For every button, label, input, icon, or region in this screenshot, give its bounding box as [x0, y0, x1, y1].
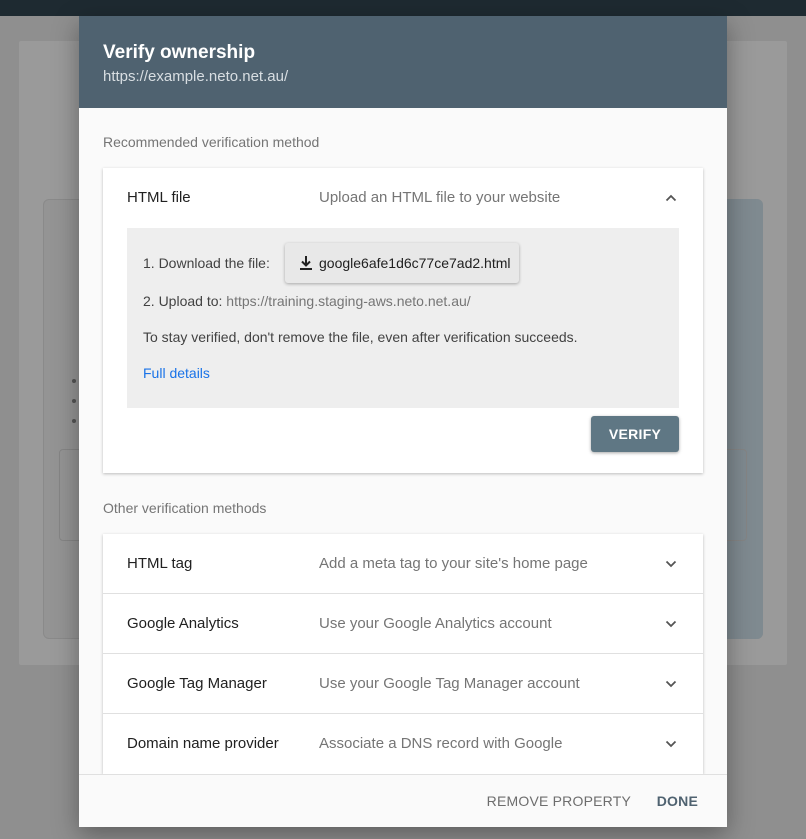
method-name: Google Analytics: [127, 615, 239, 632]
download-icon: [300, 256, 312, 270]
background-bullet: [72, 379, 76, 383]
other-methods-section-label: Other verification methods: [103, 500, 267, 516]
method-name: Google Tag Manager: [127, 675, 267, 692]
method-name: HTML tag: [127, 555, 193, 572]
recommended-section-label: Recommended verification method: [103, 134, 320, 150]
download-filename: google6afe1d6c77ce7ad2.html: [319, 255, 511, 271]
method-row-google-analytics[interactable]: Google Analytics Use your Google Analyti…: [103, 594, 703, 654]
method-row-html-tag[interactable]: HTML tag Add a meta tag to your site's h…: [103, 534, 703, 594]
chevron-down-icon[interactable]: [665, 678, 677, 690]
verify-button[interactable]: VERIFY: [591, 416, 679, 452]
chevron-down-icon[interactable]: [665, 738, 677, 750]
app-top-bar: [0, 0, 806, 16]
step-upload: 2. Upload to: https://training.staging-a…: [143, 293, 471, 309]
chevron-down-icon[interactable]: [665, 558, 677, 570]
method-row-domain-name-provider[interactable]: Domain name provider Associate a DNS rec…: [103, 714, 703, 774]
verify-ownership-dialog: Verify ownership https://example.neto.ne…: [79, 16, 727, 827]
chevron-up-icon[interactable]: [665, 192, 677, 204]
html-file-instructions: 1. Download the file: google6afe1d6c77ce…: [127, 228, 679, 408]
dialog-subtitle: https://example.neto.net.au/: [103, 68, 289, 85]
verification-note: To stay verified, don't remove the file,…: [143, 329, 578, 345]
method-row-google-tag-manager[interactable]: Google Tag Manager Use your Google Tag M…: [103, 654, 703, 714]
dialog-title: Verify ownership: [103, 42, 256, 63]
upload-url: https://training.staging-aws.neto.net.au…: [226, 293, 471, 309]
background-bullet: [72, 399, 76, 403]
method-description: Associate a DNS record with Google: [319, 735, 563, 752]
background-bullet: [72, 419, 76, 423]
background-panel-accent: [727, 199, 763, 639]
step-download-label: 1. Download the file:: [143, 255, 270, 271]
chevron-down-icon[interactable]: [665, 618, 677, 630]
full-details-link[interactable]: Full details: [143, 365, 210, 381]
method-description: Upload an HTML file to your website: [319, 189, 561, 206]
dialog-header: Verify ownership https://example.neto.ne…: [79, 16, 727, 108]
dialog-content: Recommended verification method HTML fil…: [79, 108, 727, 774]
dialog-footer: REMOVE PROPERTY DONE: [79, 774, 727, 827]
method-description: Use your Google Tag Manager account: [319, 675, 580, 692]
done-button[interactable]: DONE: [657, 775, 698, 827]
other-methods-card: HTML tag Add a meta tag to your site's h…: [103, 534, 703, 774]
step-upload-label: 2. Upload to:: [143, 293, 223, 309]
method-name: HTML file: [127, 189, 191, 206]
method-description: Add a meta tag to your site's home page: [319, 555, 588, 572]
method-name: Domain name provider: [127, 735, 279, 752]
remove-property-button[interactable]: REMOVE PROPERTY: [487, 775, 631, 827]
method-description: Use your Google Analytics account: [319, 615, 552, 632]
download-file-button[interactable]: google6afe1d6c77ce7ad2.html: [285, 243, 519, 283]
recommended-method-card: HTML file Upload an HTML file to your we…: [103, 168, 703, 473]
method-row-html-file[interactable]: HTML file Upload an HTML file to your we…: [103, 168, 703, 228]
